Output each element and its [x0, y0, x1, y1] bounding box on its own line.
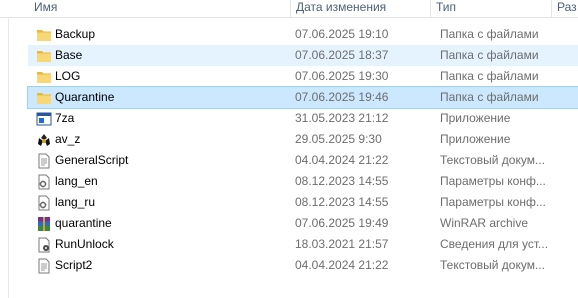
config-file-icon [36, 195, 52, 211]
file-row[interactable]: Script2 04.04.2024 21:22 Текстовый докум..… [28, 255, 578, 276]
file-name: Base [55, 48, 83, 62]
column-header-name[interactable]: Имя [28, 0, 290, 17]
file-type: Папка с файлами [440, 48, 539, 62]
folder-icon [36, 27, 52, 43]
file-date-modified: 31.05.2023 21:12 [295, 111, 389, 125]
file-name: 7za [55, 111, 75, 125]
column-header-date[interactable]: Дата изменения [290, 0, 430, 17]
file-type: Приложение [440, 132, 511, 146]
avz-app-icon [36, 132, 52, 148]
column-header-size[interactable]: Раз [551, 0, 578, 17]
file-date-modified: 04.04.2024 21:22 [295, 258, 389, 272]
file-type: Папка с файлами [440, 27, 539, 41]
file-date-modified: 07.06.2025 19:30 [295, 69, 389, 83]
file-date-modified: 08.12.2023 14:55 [295, 195, 389, 209]
file-type: Параметры конф... [440, 195, 546, 209]
file-type: Сведения для уст... [440, 237, 549, 251]
setup-info-icon [36, 237, 52, 253]
file-date-modified: 08.12.2023 14:55 [295, 174, 389, 188]
file-row[interactable]: Backup 07.06.2025 19:10 Папка с файлами [28, 24, 578, 45]
file-date-modified: 07.06.2025 19:10 [295, 27, 389, 41]
file-row[interactable]: LOG 07.06.2025 19:30 Папка с файлами [28, 66, 578, 87]
file-type: Текстовый докум... [440, 258, 545, 272]
file-date-modified: 18.03.2021 21:57 [295, 237, 389, 251]
file-type: Параметры конф... [440, 174, 546, 188]
console-app-icon [36, 111, 52, 127]
file-row[interactable]: RunUnlock 18.03.2021 21:57 Сведения для ус… [28, 234, 578, 255]
file-name: LOG [55, 69, 81, 83]
file-name: Backup [55, 27, 96, 41]
file-date-modified: 04.04.2024 21:22 [295, 153, 389, 167]
file-date-modified: 07.06.2025 19:49 [295, 216, 389, 230]
file-row[interactable]: GeneralScript 04.04.2024 21:22 Текстовый д… [28, 150, 578, 171]
file-row[interactable]: lang_en 08.12.2023 14:55 Параметры конф... [28, 171, 578, 192]
file-type: Текстовый докум... [440, 153, 545, 167]
folder-icon [36, 90, 52, 106]
file-name: RunUnlock [55, 237, 114, 251]
navigation-pane-edge [0, 18, 9, 298]
file-name: av_z [55, 132, 81, 146]
file-row[interactable]: lang_ru 08.12.2023 14:55 Параметры конф... [28, 192, 578, 213]
file-name: lang_en [55, 174, 98, 188]
column-header-bar: Имя Дата изменения Тип Раз [0, 0, 578, 18]
file-name: Quarantine [55, 90, 115, 104]
file-type: Приложение [440, 111, 511, 125]
file-row[interactable]: quarantine 07.06.2025 19:49 WinRAR archive [28, 213, 578, 234]
file-type: Папка с файлами [440, 90, 539, 104]
folder-icon [36, 69, 52, 85]
file-explorer: Имя Дата изменения Тип Раз Backup 07.06.2… [0, 0, 578, 298]
column-header-type[interactable]: Тип [430, 0, 551, 17]
file-row[interactable]: Quarantine 07.06.2025 19:46 Папка с файлам… [27, 86, 578, 109]
file-date-modified: 29.05.2025 9:30 [295, 132, 382, 146]
config-file-icon [36, 174, 52, 190]
file-date-modified: 07.06.2025 18:37 [295, 48, 389, 62]
text-document-icon [36, 153, 52, 169]
file-name: quarantine [55, 216, 112, 230]
file-name: Script2 [55, 258, 93, 272]
text-document-icon [36, 258, 52, 274]
file-name: lang_ru [55, 195, 96, 209]
file-row[interactable]: 7za 31.05.2023 21:12 Приложение [28, 108, 578, 129]
winrar-archive-icon [36, 216, 52, 232]
file-row[interactable]: Base 07.06.2025 18:37 Папка с файлами [28, 45, 578, 66]
file-row[interactable]: av_z 29.05.2025 9:30 Приложение [28, 129, 578, 150]
file-type: WinRAR archive [440, 216, 529, 230]
file-type: Папка с файлами [440, 69, 539, 83]
file-list: Backup 07.06.2025 19:10 Папка с файлами Bas… [27, 24, 578, 276]
folder-icon [36, 48, 52, 64]
file-name: GeneralScript [55, 153, 129, 167]
file-date-modified: 07.06.2025 19:46 [295, 90, 389, 104]
